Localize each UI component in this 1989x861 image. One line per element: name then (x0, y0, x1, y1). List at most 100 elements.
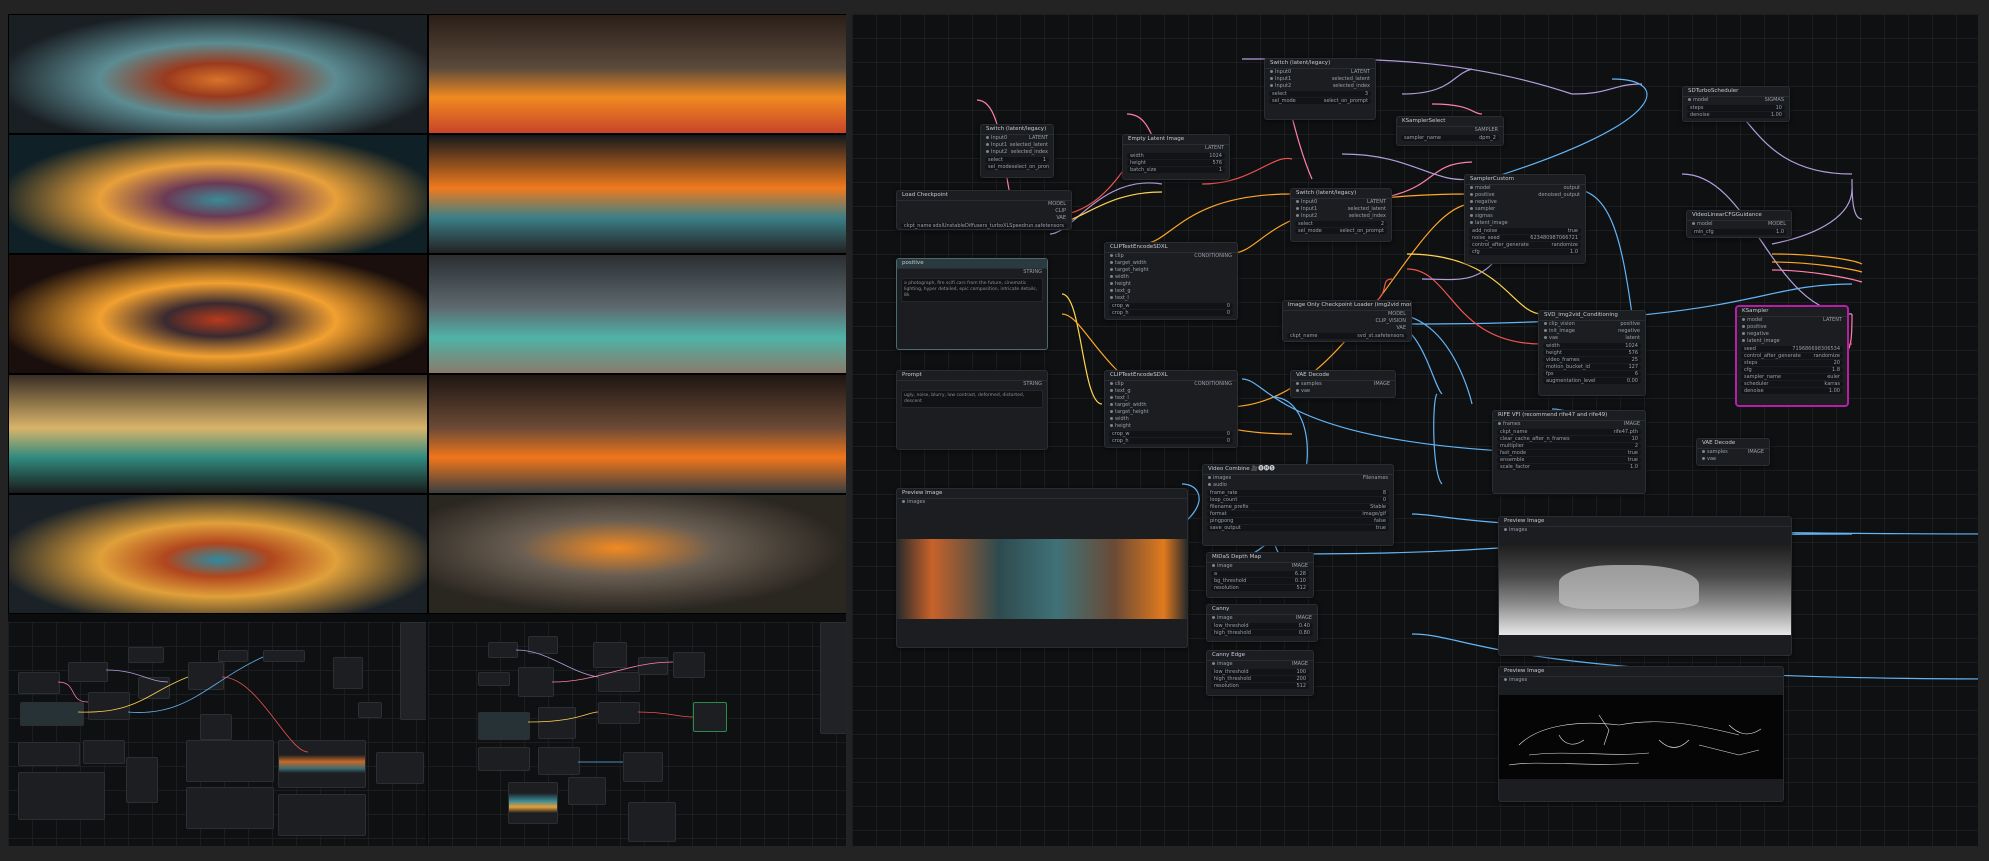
node-title[interactable]: VAE Decode (1697, 439, 1769, 449)
node-widget[interactable]: filename_prefix Stable (1207, 504, 1389, 510)
node-canny[interactable]: Canny image IMAGE low_threshold 0.40 high_thr… (1206, 604, 1318, 642)
node-slot-row[interactable]: audio (1203, 482, 1393, 489)
node-widget[interactable]: crop_w 0 (1109, 431, 1233, 437)
node-widget[interactable]: bg_threshold 0.10 (1211, 578, 1309, 584)
node-title[interactable]: RIFE VFI (recommend rife47 and rife49) (1493, 411, 1645, 421)
node-slot-row[interactable]: vae latent (1539, 335, 1645, 342)
node-slot-row[interactable]: target_height (1105, 267, 1237, 274)
node-title[interactable]: Preview Image (1499, 667, 1783, 677)
node-slot-row[interactable]: text_g (1105, 288, 1237, 295)
node-widget[interactable]: denoise 1.00 (1741, 388, 1843, 394)
node-preview-image-depth[interactable]: Preview Image images (1498, 516, 1792, 656)
node-clip-text-bottom[interactable]: CLIPTextEncodeSDXL clip CONDITIONING text_g… (1104, 370, 1238, 448)
node-widget[interactable]: select 2 (1295, 221, 1387, 227)
node-widget[interactable]: denoise 1.00 (1687, 112, 1785, 118)
node-title[interactable]: Canny Edge (1207, 651, 1313, 661)
node-widget[interactable]: resolution 512 (1211, 585, 1309, 591)
node-slot-row[interactable]: model MODEL (1687, 221, 1791, 228)
node-load-checkpoint[interactable]: Load Checkpoint MODEL CLIP VAE ckpt_name sdxl… (896, 190, 1072, 230)
node-widget[interactable]: select 1 (985, 157, 1049, 163)
node-switch-latent-left[interactable]: Switch (latent/legacy) Input0 LATENT Input1… (980, 124, 1054, 178)
node-widget[interactable]: format image/gif (1207, 511, 1389, 517)
node-widget[interactable]: low_threshold 0.40 (1211, 623, 1313, 629)
node-slot-row[interactable]: MODEL (897, 201, 1071, 208)
node-title[interactable]: positive (897, 259, 1047, 269)
node-widget[interactable]: a 6.28 (1211, 571, 1309, 577)
node-widget[interactable]: cfg 1.0 (1469, 249, 1581, 255)
node-slot-row[interactable]: height (1105, 281, 1237, 288)
node-slot-row[interactable]: images Filenames (1203, 475, 1393, 482)
node-widget[interactable]: sampler_name dpm_2 (1401, 135, 1499, 141)
node-slot-row[interactable]: height (1105, 423, 1237, 430)
node-widget[interactable]: width 1024 (1127, 153, 1225, 159)
node-widget[interactable]: batch_size 1 (1127, 167, 1225, 173)
node-slot-row[interactable]: images (1499, 677, 1783, 684)
node-slot-row[interactable]: latent_image (1737, 338, 1847, 345)
node-slot-row[interactable]: MODEL (1283, 311, 1411, 318)
node-widget[interactable]: select 3 (1269, 91, 1371, 97)
node-clip-text-top[interactable]: CLIPTextEncodeSDXL clip CONDITIONING target… (1104, 242, 1238, 320)
node-slot-row[interactable]: LATENT (1123, 145, 1229, 152)
node-widget[interactable]: fps 6 (1543, 371, 1641, 377)
node-slot-row[interactable]: CLIP_VISION (1283, 318, 1411, 325)
node-slot-row[interactable]: target_width (1105, 402, 1237, 409)
node-widget[interactable]: scale_factor 1.0 (1497, 464, 1641, 470)
node-title[interactable]: Preview Image (1499, 517, 1791, 527)
node-preview-image-canny[interactable]: Preview Image images (1498, 666, 1784, 802)
node-slot-row[interactable]: samples IMAGE (1697, 449, 1769, 456)
node-slot-row[interactable]: model LATENT (1737, 317, 1847, 324)
node-widget[interactable]: seed 719686698306534 (1741, 346, 1843, 352)
node-slot-row[interactable]: sampler (1465, 206, 1585, 213)
node-widget[interactable]: height 576 (1127, 160, 1225, 166)
node-widget[interactable]: loop_count 0 (1207, 497, 1389, 503)
node-slot-row[interactable]: text_g (1105, 388, 1237, 395)
node-title[interactable]: VideoLinearCFGGuidance (1687, 211, 1791, 221)
node-slot-row[interactable]: frames IMAGE (1493, 421, 1645, 428)
node-slot-row[interactable]: target_height (1105, 409, 1237, 416)
workflow-canvas[interactable]: Switch (latent/legacy) Input0 LATENT Input1… (852, 14, 1978, 846)
node-widget[interactable]: sel_modeselect_on_prompt (1269, 98, 1371, 104)
node-widget[interactable]: control_after_generate randomize (1469, 242, 1581, 248)
node-slot-row[interactable]: Input0 LATENT (981, 135, 1053, 142)
node-slot-row[interactable]: Input2 selected_index (981, 149, 1053, 156)
node-widget[interactable]: resolution 512 (1211, 683, 1309, 689)
node-slot-row[interactable]: clip CONDITIONING (1105, 381, 1237, 388)
node-widget[interactable]: ckpt_name sdxlUnstableDiffusers_turboXLSp… (901, 223, 1067, 229)
node-widget[interactable]: sampler_name euler (1741, 374, 1843, 380)
node-slot-row[interactable]: image IMAGE (1207, 661, 1313, 668)
node-title[interactable]: Switch (latent/legacy) (1291, 189, 1391, 199)
node-widget[interactable]: video_frames 25 (1543, 357, 1641, 363)
node-slot-row[interactable]: sigmas (1465, 213, 1585, 220)
node-widget[interactable]: scheduler karras (1741, 381, 1843, 387)
node-title[interactable]: Canny (1207, 605, 1317, 615)
node-widget[interactable]: low_threshold 100 (1211, 669, 1309, 675)
node-title[interactable]: SDTurboScheduler (1683, 87, 1789, 97)
node-widget[interactable]: height 576 (1543, 350, 1641, 356)
node-slot-row[interactable]: width (1105, 274, 1237, 281)
node-vae-decode-right[interactable]: VAE Decode samples IMAGE vae (1696, 438, 1770, 466)
node-slot-row[interactable]: Input1 selected_latent (981, 142, 1053, 149)
node-slot-row[interactable]: Input0 LATENT (1265, 69, 1375, 76)
node-slot-row[interactable]: init_image negative (1539, 328, 1645, 335)
node-svd-conditioning[interactable]: SVD_img2vid_Conditioning clip_vision posit… (1538, 310, 1646, 396)
node-textarea[interactable]: ugly, noise, blurry, low contrast, defor… (901, 390, 1043, 408)
node-slot-row[interactable]: samples IMAGE (1291, 381, 1395, 388)
node-prompt-negative[interactable]: Prompt STRING ugly, noise, blurry, low con… (896, 370, 1048, 450)
node-widget[interactable]: high_threshold 200 (1211, 676, 1309, 682)
node-slot-row[interactable]: text_l (1105, 395, 1237, 402)
node-widget[interactable]: steps 20 (1741, 360, 1843, 366)
node-slot-row[interactable]: model SIGMAS (1683, 97, 1789, 104)
node-output-slot[interactable]: STRING (897, 269, 1047, 276)
node-title[interactable]: Prompt (897, 371, 1047, 381)
node-slot-row[interactable]: image IMAGE (1207, 615, 1317, 622)
node-widget[interactable]: control_after_generate randomize (1741, 353, 1843, 359)
node-widget[interactable]: sel_modeselect_on_prompt (1295, 228, 1387, 234)
node-title[interactable]: CLIPTextEncodeSDXL (1105, 243, 1237, 253)
node-widget[interactable]: high_threshold 0.80 (1211, 630, 1313, 636)
node-output-slot[interactable]: STRING (897, 381, 1047, 388)
node-slot-row[interactable]: positive (1737, 324, 1847, 331)
node-switch-latent-mid[interactable]: Switch (latent/legacy) Input0 LATENT Input1… (1290, 188, 1392, 242)
node-canny-edge[interactable]: Canny Edge image IMAGE low_threshold 100 high… (1206, 650, 1314, 696)
node-widget[interactable]: pingpong false (1207, 518, 1389, 524)
node-midas-depth[interactable]: MiDaS Depth Map image IMAGE a 6.28 bg_thresho… (1206, 552, 1314, 598)
